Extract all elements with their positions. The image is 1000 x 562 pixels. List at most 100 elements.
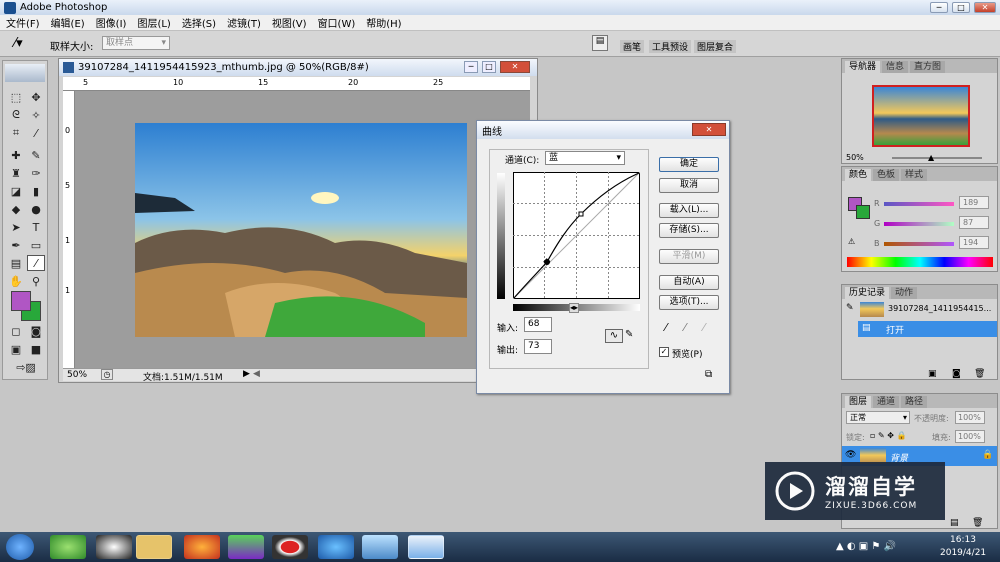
gradient-toggle-icon[interactable]: ◂▸ <box>569 303 580 313</box>
g-value[interactable]: 87 <box>959 216 989 229</box>
tab-info[interactable]: 信息 <box>882 61 909 73</box>
notes-tool-icon[interactable]: ▤ <box>7 255 25 271</box>
menu-select[interactable]: 选择(S) <box>182 15 216 30</box>
history-snapshot-row[interactable]: ✎ 39107284_1411954415... <box>842 300 997 319</box>
status-options-icon[interactable]: ◷ <box>101 369 113 380</box>
channel-select[interactable]: 蓝 ▾ <box>545 151 625 165</box>
color-ramp[interactable] <box>847 257 993 267</box>
taskbar-explorer-icon[interactable] <box>136 535 172 559</box>
tab-color[interactable]: 颜色 <box>845 169 872 181</box>
b-value[interactable]: 194 <box>959 236 989 249</box>
maximize-button[interactable]: □ <box>952 2 970 13</box>
tray-icons[interactable]: ▲ ◐ ▣ ⚑ 🔊 <box>836 541 896 552</box>
blur-tool-icon[interactable]: ◆ <box>7 201 25 217</box>
path-select-icon[interactable]: ➤ <box>7 219 25 235</box>
tab-actions[interactable]: 动作 <box>891 287 918 299</box>
delete-layer-icon[interactable]: 🗑 <box>972 518 983 528</box>
menu-view[interactable]: 视图(V) <box>272 15 307 30</box>
lasso-tool-icon[interactable]: ᘓ <box>7 107 25 123</box>
menu-image[interactable]: 图像(I) <box>96 15 127 30</box>
doc-maximize-button[interactable]: □ <box>482 61 496 73</box>
tab-layer-comps[interactable]: 图层复合 <box>694 40 737 53</box>
menu-help[interactable]: 帮助(H) <box>366 15 401 30</box>
input-field[interactable]: 68 <box>524 317 552 332</box>
dodge-tool-icon[interactable]: ● <box>27 201 45 217</box>
pencil-edit-icon[interactable]: ✎ <box>625 329 633 340</box>
shape-tool-icon[interactable]: ▭ <box>27 237 45 253</box>
eyedropper-tool-icon-active[interactable]: ⁄ <box>27 255 45 271</box>
clock-time[interactable]: 16:13 <box>950 535 976 545</box>
tab-history[interactable]: 历史记录 <box>845 287 890 299</box>
white-eyedropper-icon[interactable]: ⁄ <box>703 321 705 334</box>
new-document-icon[interactable]: ▣ <box>928 369 937 379</box>
history-brush-icon[interactable]: ✑ <box>27 165 45 181</box>
black-eyedropper-icon[interactable]: ⁄ <box>665 321 667 334</box>
type-tool-icon[interactable]: T <box>27 219 45 235</box>
fill-field[interactable]: 100% <box>955 430 985 443</box>
tab-brushes[interactable]: 画笔 <box>620 40 645 53</box>
zoom-readout[interactable]: 50% <box>67 370 87 380</box>
eyedropper-tool-icon[interactable]: ⁄▾ <box>14 36 23 51</box>
new-layer-icon[interactable]: ▤ <box>950 518 959 528</box>
options-button[interactable]: 选项(T)... <box>659 295 719 310</box>
opacity-field[interactable]: 100% <box>955 411 985 424</box>
r-value[interactable]: 189 <box>959 196 989 209</box>
layer-visibility-eye-icon[interactable]: 👁 <box>845 450 856 460</box>
close-button[interactable]: ✕ <box>974 2 996 13</box>
save-button[interactable]: 存储(S)... <box>659 223 719 238</box>
history-brush-source-icon[interactable]: ✎ <box>846 303 854 313</box>
menu-edit[interactable]: 编辑(E) <box>51 15 85 30</box>
navigator-zoom-slider[interactable] <box>892 157 982 159</box>
history-trash-icon[interactable]: 🗑 <box>974 369 985 379</box>
clock-date[interactable]: 2019/4/21 <box>940 548 986 558</box>
clone-stamp-icon[interactable]: ♜ <box>7 165 25 181</box>
new-snapshot-icon[interactable]: ◙ <box>952 369 961 379</box>
standard-mode-icon[interactable]: ◻ <box>7 323 25 339</box>
fullscreen-mode-icon[interactable]: ■ <box>27 341 45 357</box>
brush-tool-icon[interactable]: ✎ <box>27 147 45 163</box>
pen-tool-icon[interactable]: ✒ <box>7 237 25 253</box>
doc-minimize-button[interactable]: ─ <box>464 61 478 73</box>
preview-checkbox[interactable]: ✓ <box>659 347 669 357</box>
scroll-left-icon[interactable]: ◀ <box>253 369 260 379</box>
taskbar-app-360-icon[interactable] <box>50 535 86 559</box>
gray-eyedropper-icon[interactable]: ⁄ <box>684 321 686 334</box>
tab-layers[interactable]: 图层 <box>845 396 872 408</box>
menu-filter[interactable]: 滤镜(T) <box>227 15 261 30</box>
zoom-tool-icon[interactable]: ⚲ <box>27 273 45 289</box>
history-step-open[interactable]: ▤ 打开 <box>858 321 997 337</box>
slice-tool-icon[interactable]: ⁄ <box>27 125 45 141</box>
taskbar-recorder-icon[interactable] <box>272 535 308 559</box>
marquee-tool-icon[interactable]: ⬚ <box>7 89 25 105</box>
zoom-slider-thumb-icon[interactable]: ▲ <box>928 153 934 162</box>
magic-wand-icon[interactable]: ✧ <box>27 107 45 123</box>
crop-tool-icon[interactable]: ⌗ <box>7 125 25 141</box>
load-button[interactable]: 载入(L)... <box>659 203 719 218</box>
taskbar-app-icon[interactable] <box>362 535 398 559</box>
eraser-tool-icon[interactable]: ◪ <box>7 183 25 199</box>
output-field[interactable]: 73 <box>524 339 552 354</box>
gradient-tool-icon[interactable]: ▮ <box>27 183 45 199</box>
auto-button[interactable]: 自动(A) <box>659 275 719 290</box>
taskbar-browser-icon[interactable] <box>318 535 354 559</box>
taskbar-qq-icon[interactable] <box>96 535 132 559</box>
canvas-area[interactable] <box>75 91 530 368</box>
tab-paths[interactable]: 路径 <box>901 396 928 408</box>
minimize-button[interactable]: ─ <box>930 2 948 13</box>
palette-well-icon[interactable]: ▤ <box>592 35 608 51</box>
blend-mode-select[interactable]: 正常 ▾ <box>846 411 910 424</box>
jump-to-imageready-icon[interactable]: ⇨▨ <box>7 359 45 375</box>
tab-histogram[interactable]: 直方图 <box>910 61 946 73</box>
landscape-image[interactable] <box>135 123 467 337</box>
menu-window[interactable]: 窗口(W) <box>318 15 356 30</box>
b-slider[interactable] <box>884 242 954 246</box>
start-button[interactable] <box>6 534 34 560</box>
ok-button[interactable]: 确定 <box>659 157 719 172</box>
sample-size-select[interactable]: 取样点 ▾ <box>102 36 170 50</box>
quickmask-mode-icon[interactable]: ◙ <box>27 323 45 339</box>
navigator-thumbnail[interactable] <box>872 85 970 147</box>
tab-styles[interactable]: 样式 <box>901 169 928 181</box>
smooth-button[interactable]: 平滑(M) <box>659 249 719 264</box>
move-tool-icon[interactable]: ✥ <box>27 89 45 105</box>
taskbar-photoshop-icon[interactable] <box>408 535 444 559</box>
